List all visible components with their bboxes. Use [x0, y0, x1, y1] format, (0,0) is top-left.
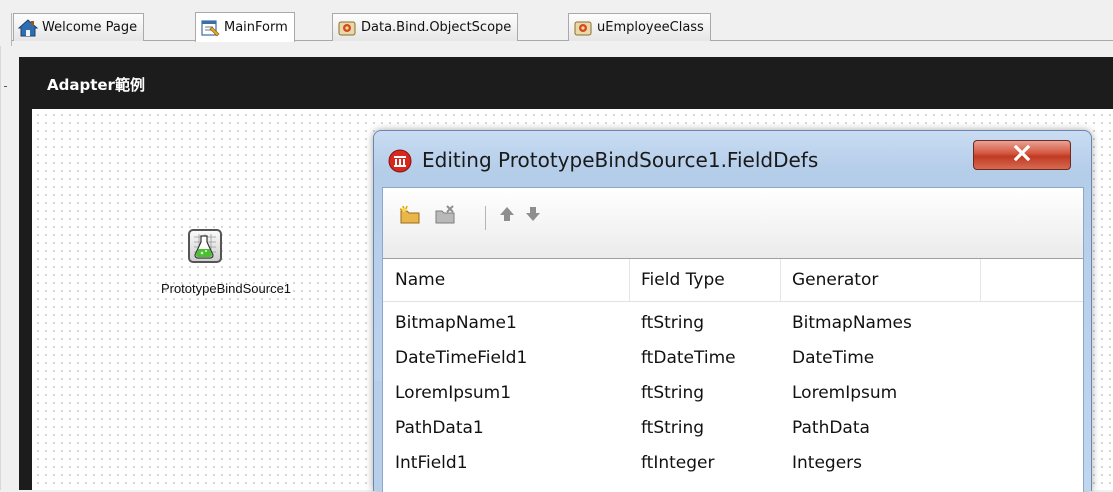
field-type: ftInteger — [641, 453, 715, 473]
field-type: ftString — [641, 313, 705, 333]
field-type: ftDateTime — [641, 348, 736, 368]
field-generator: LoremIpsum — [792, 383, 898, 403]
field-generator: PathData — [792, 418, 870, 438]
fielddefs-toolbar — [383, 188, 1083, 259]
field-name: LoremIpsum1 — [395, 383, 512, 403]
column-header-name[interactable]: Name — [383, 259, 629, 301]
move-down-icon — [523, 204, 543, 228]
tab-data-bind-objectscope[interactable]: Data.Bind.ObjectScope — [332, 13, 519, 41]
fielddefs-editor-dialog[interactable]: Editing PrototypeBindSource1.FieldDefs N… — [373, 130, 1092, 492]
close-icon — [1012, 144, 1032, 165]
dialog-body: Name Field Type Generator BitmapName1 ft… — [382, 187, 1084, 492]
component-name-label: PrototypeBindSource1 — [160, 281, 292, 296]
unit-icon — [337, 19, 357, 37]
field-name: DateTimeField1 — [395, 348, 528, 368]
column-header-field-type[interactable]: Field Type — [629, 259, 780, 301]
fielddefs-list[interactable]: Name Field Type Generator BitmapName1 ft… — [383, 259, 1083, 492]
tab-uemployeeclass[interactable]: uEmployeeClass — [568, 13, 711, 41]
left-gutter-line — [0, 46, 1, 490]
move-up-button[interactable] — [495, 204, 519, 228]
tab-bar-edge — [11, 13, 12, 46]
tab-label: Data.Bind.ObjectScope — [361, 20, 512, 35]
field-name: PathData1 — [395, 418, 484, 438]
gutter-mark — [4, 86, 7, 87]
field-generator: Integers — [792, 453, 863, 473]
tab-label: MainForm — [224, 20, 288, 35]
delete-field-icon — [433, 203, 457, 229]
tab-bar-divider — [11, 40, 1113, 41]
field-type: ftString — [641, 418, 705, 438]
tab-label: uEmployeeClass — [597, 20, 704, 35]
column-header-generator[interactable]: Generator — [780, 259, 980, 301]
house-icon — [17, 18, 39, 37]
field-name: BitmapName1 — [395, 313, 517, 333]
list-item[interactable]: BitmapName1 ftString BitmapNames — [383, 306, 1083, 341]
tab-welcome-page[interactable]: Welcome Page — [13, 13, 145, 41]
move-down-button[interactable] — [521, 204, 545, 228]
delete-field-button[interactable] — [433, 204, 457, 228]
list-item[interactable]: IntField1 ftInteger Integers — [383, 446, 1083, 481]
move-up-icon — [497, 204, 517, 228]
list-header: Name Field Type Generator — [383, 259, 1083, 302]
column-divider[interactable] — [980, 259, 981, 301]
dialog-left-frame-strip — [374, 381, 382, 491]
add-field-button[interactable] — [397, 204, 421, 228]
unit-icon — [573, 19, 593, 37]
add-field-icon — [397, 203, 421, 229]
tab-label: Welcome Page — [42, 20, 138, 35]
form-designer-icon — [200, 19, 220, 37]
field-generator: BitmapNames — [792, 313, 912, 333]
flask-grid-icon[interactable] — [188, 229, 222, 263]
field-generator: DateTime — [792, 348, 875, 368]
close-button[interactable] — [973, 140, 1071, 170]
field-name: IntField1 — [395, 453, 468, 473]
field-type: ftString — [641, 383, 705, 403]
toolbar-separator — [485, 206, 486, 230]
tab-mainform[interactable]: MainForm — [195, 12, 295, 42]
list-item[interactable]: LoremIpsum1 ftString LoremIpsum — [383, 376, 1083, 411]
dialog-title: Editing PrototypeBindSource1.FieldDefs — [422, 148, 819, 172]
list-item[interactable]: PathData1 ftString PathData — [383, 411, 1083, 446]
form-caption: Adapter範例 — [47, 76, 145, 94]
app-icon — [388, 149, 412, 173]
list-item[interactable]: DateTimeField1 ftDateTime DateTime — [383, 341, 1083, 376]
editor-tab-bar: Welcome Page MainForm Data.Bind.ObjectSc… — [0, 0, 1113, 46]
